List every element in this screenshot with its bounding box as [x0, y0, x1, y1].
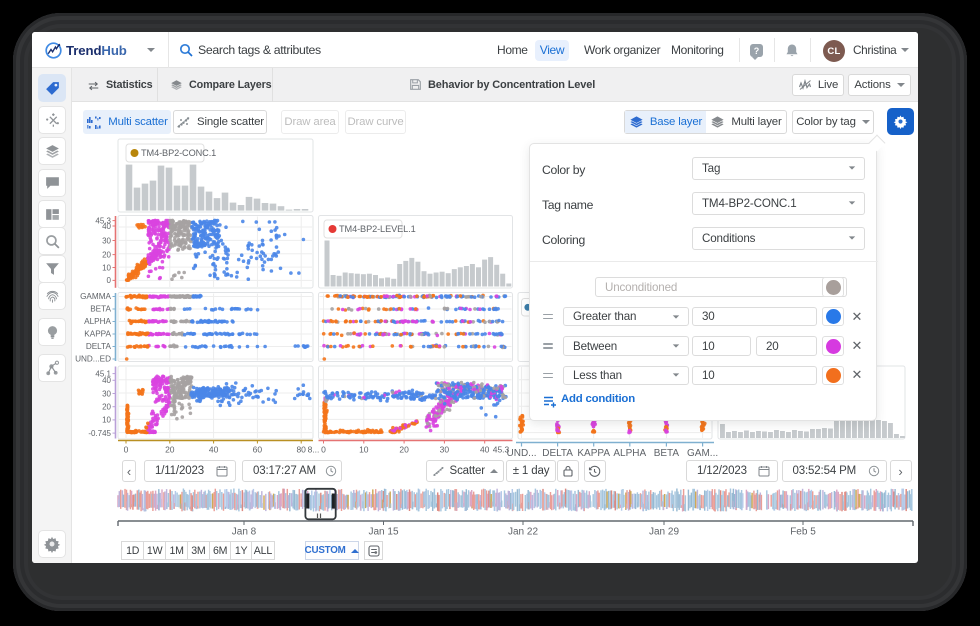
svg-text:UND...ED: UND...ED [75, 355, 111, 364]
svg-text:60: 60 [253, 445, 263, 455]
svg-text:40: 40 [102, 222, 111, 231]
svg-text:TM4-BP2-LEVEL.1: TM4-BP2-LEVEL.1 [339, 224, 416, 234]
svg-text:Jan 29: Jan 29 [649, 527, 679, 538]
svg-text:20: 20 [102, 403, 111, 412]
svg-text:10: 10 [102, 416, 111, 425]
svg-text:Jan 8: Jan 8 [232, 527, 257, 538]
svg-text:20: 20 [399, 445, 409, 455]
svg-text:30: 30 [102, 236, 111, 245]
svg-text:Jan 22: Jan 22 [508, 527, 538, 538]
svg-text:UND...: UND... [507, 448, 537, 459]
svg-text:0: 0 [124, 445, 129, 455]
svg-text:0: 0 [321, 445, 326, 455]
svg-text:DELTA: DELTA [542, 448, 573, 459]
svg-text:ALPHA: ALPHA [84, 317, 111, 326]
svg-text:Feb 5: Feb 5 [790, 527, 816, 538]
svg-text:GAM...: GAM... [687, 448, 718, 459]
svg-text:0: 0 [107, 276, 112, 285]
svg-text:KAPPA: KAPPA [577, 448, 610, 459]
svg-text:40: 40 [480, 445, 490, 455]
svg-text:BETA: BETA [654, 448, 680, 459]
svg-text:30: 30 [102, 389, 111, 398]
svg-text:GAMMA: GAMMA [80, 292, 111, 301]
svg-text:40: 40 [209, 445, 219, 455]
svg-text:-0.745: -0.745 [88, 429, 111, 438]
svg-text:ALPHA: ALPHA [613, 448, 646, 459]
svg-text:40: 40 [102, 376, 111, 385]
svg-text:30: 30 [440, 445, 450, 455]
svg-text:20: 20 [165, 445, 175, 455]
svg-text:8...: 8... [308, 445, 320, 455]
svg-text:BETA: BETA [90, 305, 111, 314]
svg-text:10: 10 [359, 445, 369, 455]
svg-text:KAPPA: KAPPA [84, 330, 111, 339]
svg-text:DELTA: DELTA [86, 342, 112, 351]
svg-text:80: 80 [296, 445, 306, 455]
svg-text:Jan 15: Jan 15 [368, 527, 398, 538]
svg-text:20: 20 [102, 250, 111, 259]
svg-text:TM4-BP2-CONC.1: TM4-BP2-CONC.1 [141, 148, 216, 158]
svg-text:10: 10 [102, 263, 111, 272]
